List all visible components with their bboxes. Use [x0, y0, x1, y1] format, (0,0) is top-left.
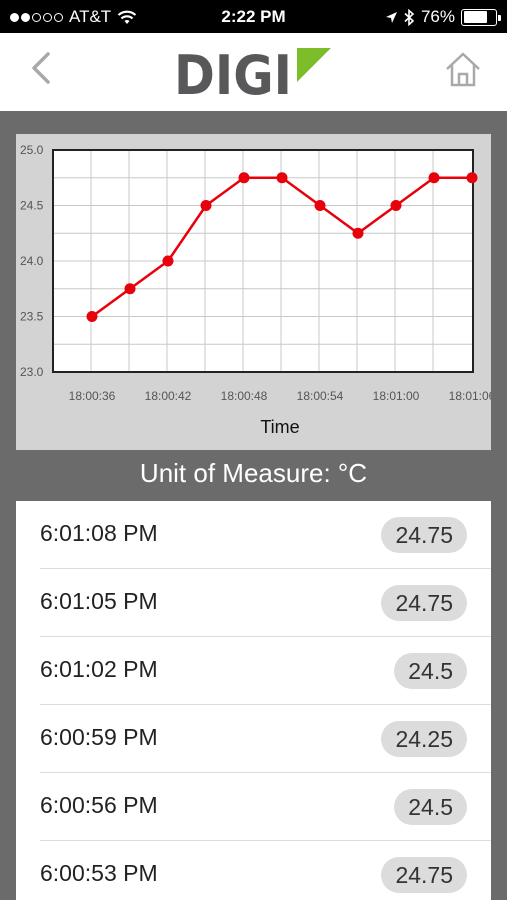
y-tick-label: 23.5: [20, 310, 44, 324]
home-icon: [446, 52, 480, 87]
reading-time: 6:00:59 PM: [40, 724, 158, 750]
data-point: [352, 227, 364, 239]
nav-bar: DIGI: [0, 33, 507, 111]
y-tick-label: 24.0: [20, 254, 44, 268]
reading-value-badge: 24.75: [381, 857, 467, 893]
reading-value-badge: 24.5: [394, 653, 467, 689]
data-point: [200, 200, 212, 211]
data-point: [276, 172, 288, 184]
x-tick-label: 18:01:06: [449, 389, 491, 403]
data-point: [162, 255, 174, 267]
data-point: [86, 311, 98, 322]
y-tick-label: 25.0: [20, 143, 44, 157]
list-item[interactable]: 6:01:08 PM 24.75: [40, 501, 491, 569]
reading-time: 6:01:05 PM: [40, 588, 158, 614]
data-point: [390, 200, 402, 211]
reading-time: 6:01:08 PM: [40, 520, 158, 546]
digi-logo: DIGI: [174, 44, 334, 107]
reading-value-badge: 24.75: [381, 517, 467, 553]
list-item[interactable]: 6:00:53 PM 24.75: [40, 841, 491, 900]
location-arrow-icon: [385, 11, 397, 23]
temperature-line-chart: 25.0 24.5 24.0 23.5 23.0 18:00:36 18:00:42 18:0…: [20, 143, 491, 437]
battery-icon: [461, 8, 501, 26]
data-point: [428, 172, 440, 184]
battery-percent: 76%: [420, 7, 455, 26]
temperature-chart-panel: 25.0 24.5 24.0 23.5 23.0 18:00:36 18:00:42 18:0…: [16, 134, 491, 450]
readings-list: 6:01:08 PM 24.75 6:01:05 PM 24.75 6:01:02 PM…: [16, 501, 491, 900]
x-axis-label: Time: [260, 417, 299, 437]
data-point: [124, 283, 136, 295]
unit-of-measure-label: Unit of Measure: °C: [139, 458, 368, 488]
y-tick-label: 24.5: [20, 199, 44, 213]
x-tick-label: 18:00:42: [145, 389, 192, 403]
reading-value-badge: 24.25: [381, 721, 467, 757]
back-button[interactable]: [24, 48, 64, 88]
reading-time: 6:00:53 PM: [40, 860, 158, 886]
reading-value-badge: 24.75: [381, 585, 467, 621]
x-tick-label: 18:01:00: [373, 389, 420, 403]
list-item[interactable]: 6:00:59 PM 24.25: [40, 705, 491, 773]
x-tick-label: 18:00:48: [221, 389, 268, 403]
y-tick-label: 23.0: [20, 365, 44, 379]
data-point: [238, 172, 250, 184]
reading-time: 6:00:56 PM: [40, 792, 158, 818]
reading-value-badge: 24.5: [394, 789, 467, 825]
battery-level: [463, 11, 488, 23]
chevron-left-icon: [32, 52, 50, 84]
x-tick-label: 18:00:36: [69, 389, 116, 403]
status-bar: AT&T 2:22 PM 76%: [0, 0, 507, 33]
home-button[interactable]: [443, 50, 483, 90]
list-item[interactable]: 6:01:02 PM 24.5: [40, 637, 491, 705]
logo-text: DIGI: [174, 45, 292, 101]
x-tick-label: 18:00:54: [297, 389, 344, 403]
reading-time: 6:01:02 PM: [40, 656, 158, 682]
data-point: [314, 200, 326, 211]
list-item[interactable]: 6:01:05 PM 24.75: [40, 569, 491, 637]
data-point: [466, 172, 478, 184]
list-item[interactable]: 6:00:56 PM 24.5: [40, 773, 491, 841]
bluetooth-icon: [404, 8, 415, 26]
